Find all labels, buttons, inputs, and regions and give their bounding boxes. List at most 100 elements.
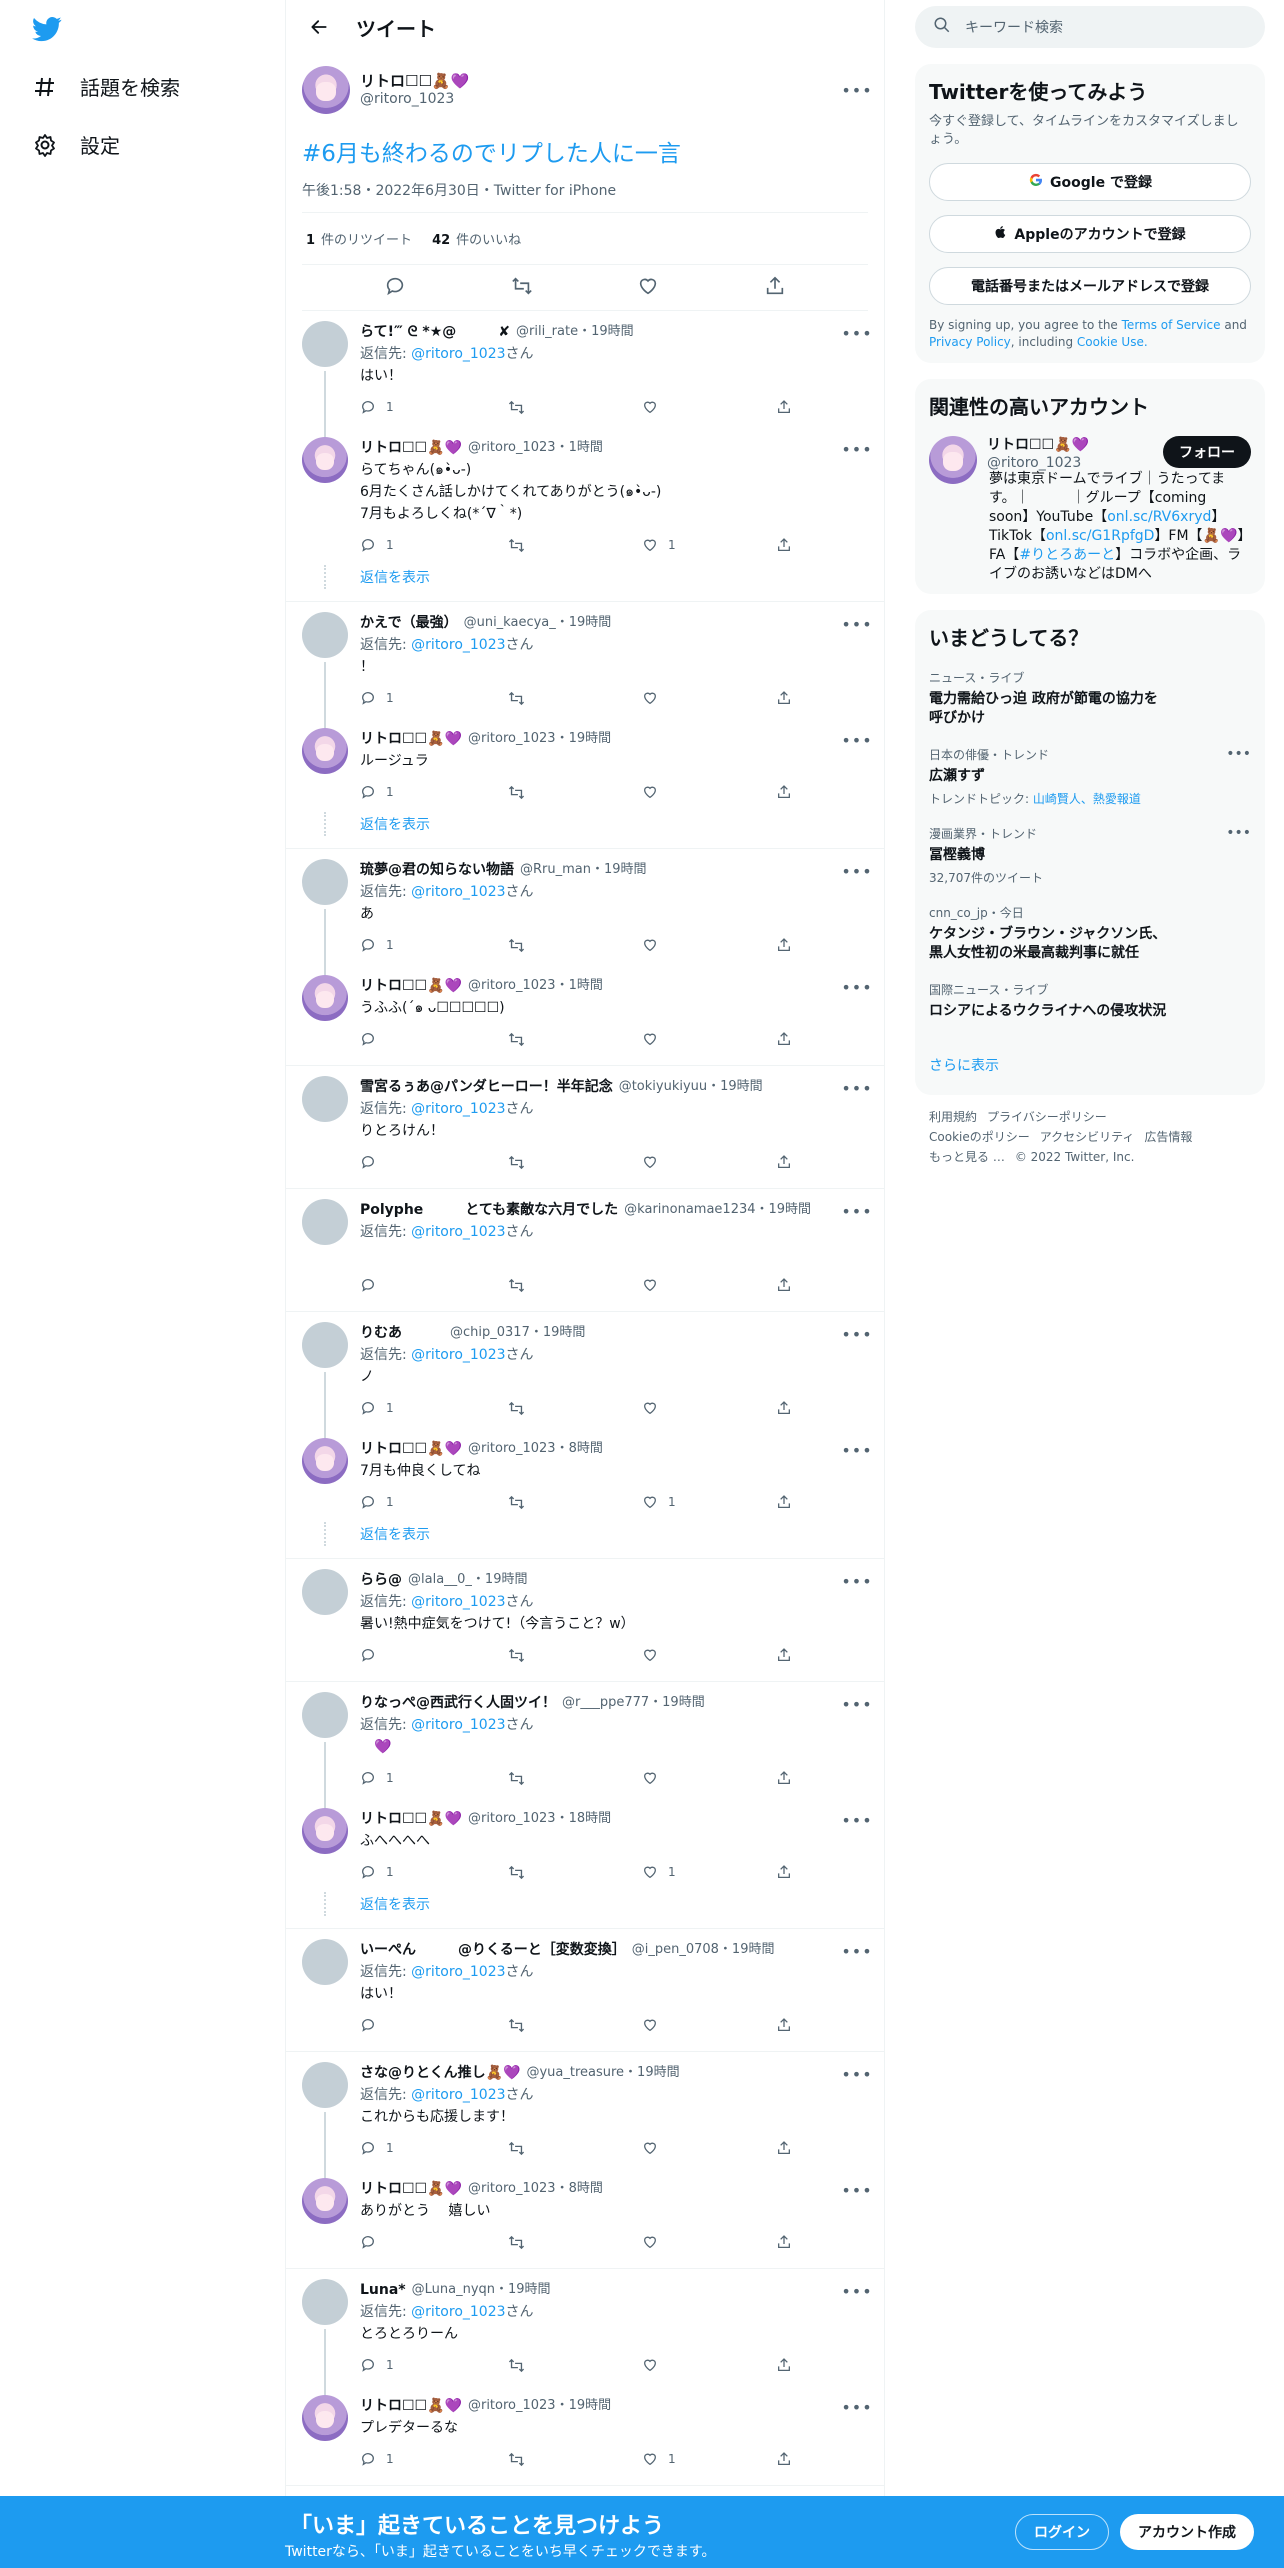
author-name[interactable]: リトロ☐☐🧸💜: [360, 2178, 462, 2200]
author-name[interactable]: リトロ☐☐🧸💜: [360, 72, 469, 90]
share-button[interactable]: [776, 1400, 792, 1416]
author-handle-time[interactable]: @ritoro_1023・19時間: [468, 728, 611, 750]
avatar[interactable]: [302, 321, 348, 367]
reply-to-link[interactable]: @ritoro_1023: [411, 1347, 505, 1363]
author-name[interactable]: Polyphe とても素敵な六月でした: [360, 1199, 618, 1221]
reply-to-link[interactable]: @ritoro_1023: [411, 1717, 505, 1733]
reply-button[interactable]: [360, 1647, 508, 1663]
related-name[interactable]: リトロ☐☐🧸💜: [987, 436, 1089, 454]
share-button[interactable]: [776, 1031, 792, 1047]
avatar[interactable]: [302, 1692, 348, 1738]
like-button[interactable]: [642, 1400, 776, 1416]
tweet-text[interactable]: ふへへへへ: [360, 1830, 868, 1852]
share-button[interactable]: [776, 2451, 792, 2467]
author-name[interactable]: 琉夢@君の知らない物語: [360, 859, 514, 881]
retweet-button[interactable]: [508, 1647, 642, 1664]
author-handle-time[interactable]: @uni_kaecya_・19時間: [464, 612, 612, 634]
avatar[interactable]: [302, 1939, 348, 1985]
footer-link[interactable]: もっと見る …: [929, 1150, 1005, 1164]
like-button[interactable]: [642, 784, 776, 800]
reply-tweet[interactable]: ••• リトロ☐☐🧸💜 @ritoro_1023・8時間 ありがとう 嬉しい: [286, 2168, 884, 2262]
tweet-text[interactable]: プレデターるな: [360, 2417, 868, 2439]
retweet-button[interactable]: [508, 2140, 642, 2157]
bio-link[interactable]: onl.sc/RV6xryd: [1107, 509, 1211, 525]
reply-button[interactable]: 1: [360, 2137, 508, 2159]
more-options-icon[interactable]: •••: [841, 1694, 871, 1714]
like-button[interactable]: [642, 1031, 776, 1047]
avatar[interactable]: [302, 612, 348, 658]
tweet-text[interactable]: とろとろりーん: [360, 2323, 868, 2345]
share-button[interactable]: [776, 1647, 792, 1663]
bio-hashtag-link[interactable]: #りとろあーと: [1019, 547, 1115, 563]
retweet-button[interactable]: [508, 690, 642, 707]
reply-tweet[interactable]: ••• リトロ☐☐🧸💜 @ritoro_1023・19時間 ルージュラ 1: [286, 718, 884, 812]
search-input[interactable]: キーワード検索: [915, 6, 1265, 48]
share-button[interactable]: [776, 2017, 792, 2033]
reply-tweet[interactable]: ••• 雪宮るぅあ@パンダヒーロー！半年記念 @tokiyukiyuu・19時間 返信…: [286, 1066, 884, 1182]
show-replies-link[interactable]: 返信を表示: [286, 1892, 884, 1928]
more-options-icon[interactable]: •••: [841, 323, 871, 343]
author-handle-time[interactable]: @ritoro_1023・1時間: [468, 437, 603, 459]
share-button[interactable]: [776, 1494, 792, 1510]
share-button[interactable]: [776, 537, 792, 553]
bio-link[interactable]: onl.sc/G1RpfgD: [1046, 528, 1154, 544]
author-handle-time[interactable]: @yua_treasure・19時間: [526, 2062, 679, 2084]
tweet-text[interactable]: らてちゃん(๑•̀ᴗ-) 6月たくさん話しかけてくれてありがとう(๑•̀ᴗ-) …: [360, 459, 868, 525]
share-button[interactable]: [776, 1154, 792, 1170]
avatar[interactable]: [302, 1569, 348, 1615]
share-button[interactable]: [776, 690, 792, 706]
tweet-text[interactable]: うふふ(´๑ ᴗ☐☐☐☐☐): [360, 997, 868, 1019]
tweet-text[interactable]: あ: [360, 903, 868, 925]
tweet-timestamp[interactable]: 午後1:58・2022年6月30日・Twitter for iPhone: [302, 180, 868, 213]
author-name[interactable]: りなっぺ@西武行く人固ツイ！: [360, 1692, 556, 1714]
like-button[interactable]: [642, 1647, 776, 1663]
avatar[interactable]: [302, 2178, 348, 2224]
share-icon[interactable]: [764, 275, 786, 301]
retweet-button[interactable]: [508, 1864, 642, 1881]
trend-item[interactable]: ニュース・ライブ 電力需給ひっ迫 政府が節電の協力を呼びかけ: [929, 669, 1251, 728]
more-options-icon[interactable]: •••: [1226, 746, 1251, 762]
author-handle-time[interactable]: @i_pen_0708・19時間: [632, 1939, 775, 1961]
apple-signup-button[interactable]: Appleのアカウントで登録: [929, 215, 1251, 253]
share-button[interactable]: [776, 1277, 792, 1293]
like-button[interactable]: 1: [642, 1491, 776, 1513]
create-account-button[interactable]: アカウント作成: [1120, 2514, 1254, 2550]
author-handle-time[interactable]: @r___ppe777・19時間: [562, 1692, 705, 1714]
like-button[interactable]: [642, 690, 776, 706]
twitter-logo-icon[interactable]: [32, 14, 62, 44]
tweet-text[interactable]: [360, 1243, 868, 1265]
reply-tweet[interactable]: ••• リトロ☐☐🧸💜 @ritoro_1023・18時間 ふへへへへ 1 1: [286, 1798, 884, 1892]
reply-to-link[interactable]: @ritoro_1023: [411, 1101, 505, 1117]
more-options-icon[interactable]: •••: [841, 2281, 871, 2301]
more-options-icon[interactable]: •••: [841, 977, 871, 997]
show-replies-link[interactable]: 返信を表示: [286, 812, 884, 848]
more-options-icon[interactable]: •••: [841, 2397, 871, 2417]
retweet-button[interactable]: [508, 1400, 642, 1417]
reply-button[interactable]: 1: [360, 2354, 508, 2376]
tweet-text[interactable]: はい！: [360, 1983, 868, 2005]
back-arrow-icon[interactable]: [302, 10, 336, 44]
retweet-button[interactable]: [508, 1494, 642, 1511]
terms-link[interactable]: Terms of Service: [1122, 318, 1221, 332]
avatar[interactable]: [302, 1808, 348, 1854]
nav-settings[interactable]: 設定: [32, 130, 120, 159]
author-handle-time[interactable]: @tokiyukiyuu・19時間: [619, 1076, 763, 1098]
retweet-button[interactable]: [508, 1031, 642, 1048]
avatar[interactable]: [302, 728, 348, 774]
avatar[interactable]: [302, 437, 348, 483]
author-name[interactable]: さな@りとくん推し🧸💜: [360, 2062, 520, 2084]
cookie-link[interactable]: Cookie Use.: [1077, 335, 1148, 349]
author-handle-time[interactable]: @ritoro_1023・8時間: [468, 2178, 603, 2200]
retweet-stat[interactable]: 1 件のリツイート: [306, 229, 412, 248]
login-button[interactable]: ログイン: [1015, 2514, 1109, 2550]
author-name[interactable]: らて!‴ ᘓ *★@ ✘: [360, 321, 510, 343]
reply-button[interactable]: 1: [360, 396, 508, 418]
retweet-button[interactable]: [508, 1154, 642, 1171]
reply-to-link[interactable]: @ritoro_1023: [411, 884, 505, 900]
privacy-link[interactable]: Privacy Policy: [929, 335, 1011, 349]
retweet-icon[interactable]: [511, 275, 533, 301]
author-name[interactable]: らら@: [360, 1569, 402, 1591]
reply-to-link[interactable]: @ritoro_1023: [411, 1224, 505, 1240]
avatar[interactable]: [302, 1199, 348, 1245]
avatar[interactable]: [302, 1438, 348, 1484]
